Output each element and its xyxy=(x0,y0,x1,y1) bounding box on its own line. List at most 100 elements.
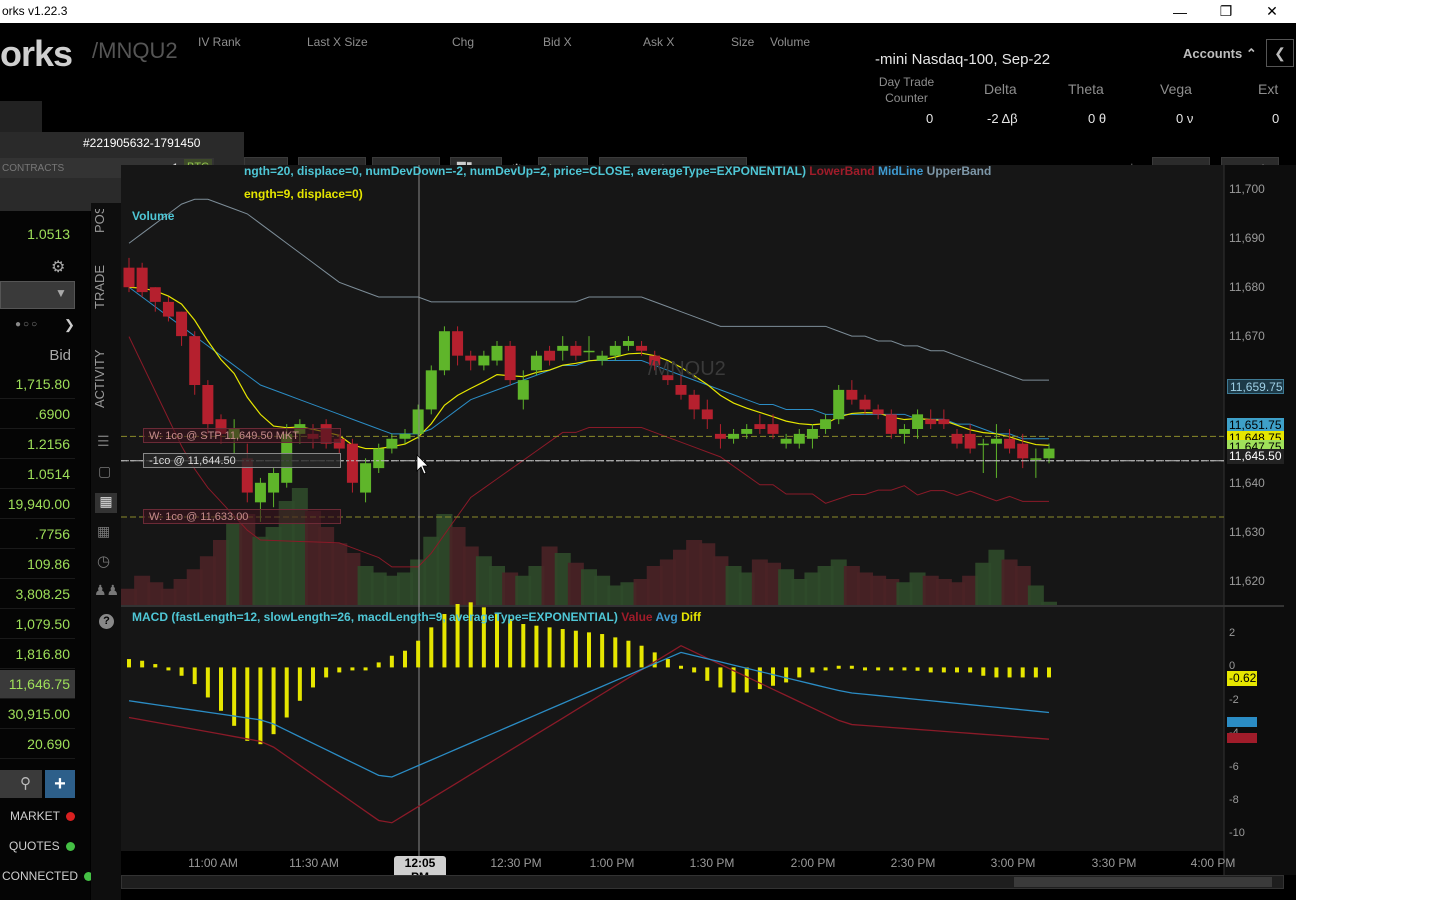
candle-body xyxy=(530,355,542,371)
macd-histogram-bar xyxy=(955,667,959,673)
price-tag: 11,645.50 xyxy=(1227,448,1284,464)
candle-body xyxy=(859,399,871,410)
macd-value-tag: -0.62 xyxy=(1227,670,1257,686)
minimize-button[interactable]: — xyxy=(1157,0,1203,23)
macd-histogram-bar xyxy=(810,667,815,673)
candle-body xyxy=(688,394,700,410)
scrollbar-thumb[interactable] xyxy=(1014,877,1272,887)
macd-histogram-bar xyxy=(941,667,946,673)
candle-body xyxy=(990,438,1002,444)
horizontal-scrollbar[interactable] xyxy=(121,875,1284,889)
macd-histogram-bar xyxy=(205,667,210,698)
macd-histogram-bar xyxy=(823,667,828,671)
macd-histogram-bar xyxy=(127,659,131,668)
macd-histogram-bar xyxy=(797,667,802,678)
candle-body xyxy=(636,345,648,351)
close-button[interactable]: ✕ xyxy=(1249,0,1295,23)
volume-study-label: Volume xyxy=(132,209,175,223)
candle-body xyxy=(780,438,792,444)
candle-body xyxy=(346,443,358,483)
candle-body xyxy=(741,429,753,434)
ma-study-label: ength=9, displace=0) xyxy=(244,187,363,201)
macd-histogram-bar xyxy=(219,667,223,711)
maximize-button[interactable]: ❐ xyxy=(1203,0,1249,23)
macd-histogram-bar xyxy=(521,624,526,668)
candle-body xyxy=(714,433,726,439)
candle-body xyxy=(517,380,529,400)
candle-body xyxy=(609,345,621,356)
price-tag: 11,659.75 xyxy=(1227,379,1284,395)
candle-body xyxy=(767,424,779,434)
macd-histogram-bar xyxy=(232,667,237,726)
macd-histogram-bar xyxy=(416,640,421,668)
order-label[interactable]: W: 1co @ 11,633.00 xyxy=(143,509,341,524)
candle-body xyxy=(833,389,845,420)
candle-body xyxy=(452,331,464,356)
candle-body xyxy=(885,414,897,434)
macd-histogram-bar xyxy=(613,637,618,668)
macd-histogram-bar xyxy=(836,665,841,669)
macd-histogram-bar xyxy=(1007,667,1012,678)
time-axis-label: 1:30 PM xyxy=(689,856,735,870)
price-axis-label: 11,620 xyxy=(1229,573,1265,588)
candle-body xyxy=(465,355,477,361)
macd-histogram-bar xyxy=(363,667,368,671)
candle-body xyxy=(964,433,976,449)
window-titlebar: orks v1.22.3 — ❐ ✕ xyxy=(0,0,1296,23)
candle-body xyxy=(728,433,740,439)
candle-body xyxy=(1004,438,1016,449)
candle-body xyxy=(1017,443,1029,459)
candle-body xyxy=(202,385,214,425)
candle-body xyxy=(675,385,687,395)
macd-histogram-bar xyxy=(902,667,907,671)
candle-body xyxy=(938,419,950,425)
macd-histogram-bar xyxy=(192,667,197,685)
macd-value-line-tag xyxy=(1227,732,1257,743)
macd-histogram-bar xyxy=(547,627,552,668)
macd-histogram-bar xyxy=(534,625,539,668)
macd-histogram-bar xyxy=(508,619,513,668)
macd-study-label: MACD (fastLength=12, slowLength=26, macd… xyxy=(132,610,702,624)
macd-histogram-bar xyxy=(560,629,565,668)
time-axis-label: 12:30 PM xyxy=(490,856,542,870)
order-label[interactable]: W: 1co @ STP 11,649.50 MKT xyxy=(143,428,341,444)
candle-body xyxy=(438,331,450,371)
macd-histogram-bar xyxy=(994,667,999,678)
candle-body xyxy=(793,433,805,444)
candle-body xyxy=(622,341,634,346)
price-axis-label: 11,690 xyxy=(1229,231,1265,246)
macd-histogram-bar xyxy=(849,665,854,669)
time-axis-label: 3:00 PM xyxy=(990,856,1036,870)
macd-histogram-bar xyxy=(587,632,591,668)
macd-histogram-bar xyxy=(337,667,342,673)
price-axis-label: 11,700 xyxy=(1229,182,1265,197)
time-axis-label: 2:30 PM xyxy=(890,856,936,870)
price-axis-label: 11,670 xyxy=(1229,329,1265,344)
order-label[interactable]: -1co @ 11,644.50 xyxy=(143,452,341,468)
macd-histogram-bar xyxy=(350,667,355,671)
candle-body xyxy=(386,438,398,449)
macd-histogram-bar xyxy=(665,659,670,668)
macd-histogram-bar xyxy=(639,645,644,668)
macd-histogram-bar xyxy=(876,667,881,671)
candle-body xyxy=(806,429,818,439)
desktop-background xyxy=(1296,0,1440,900)
window-title: orks v1.22.3 xyxy=(2,4,68,18)
candle-body xyxy=(544,350,556,361)
time-axis-label: 1:00 PM xyxy=(589,856,635,870)
macd-histogram-bar xyxy=(376,662,381,668)
time-axis-label: 11:30 AM xyxy=(289,856,339,870)
candle-body xyxy=(373,448,385,469)
candle-body xyxy=(360,463,372,493)
macd-histogram-bar xyxy=(652,652,657,668)
app-window: orks /MNQU2 IV Rank Last X Size Chg Bid … xyxy=(0,23,1296,900)
macd-histogram-bar xyxy=(626,640,631,668)
macd-histogram-bar xyxy=(705,667,710,681)
macd-histogram-bar xyxy=(153,664,158,668)
price-axis-label: 11,640 xyxy=(1229,475,1265,490)
price-axis-label: 11,680 xyxy=(1229,280,1265,295)
macd-histogram-bar xyxy=(784,667,789,683)
chart-watermark: /MNQU2 xyxy=(648,358,726,380)
macd-axis-label: -2 xyxy=(1229,693,1239,706)
macd-histogram-bar xyxy=(1020,667,1025,678)
